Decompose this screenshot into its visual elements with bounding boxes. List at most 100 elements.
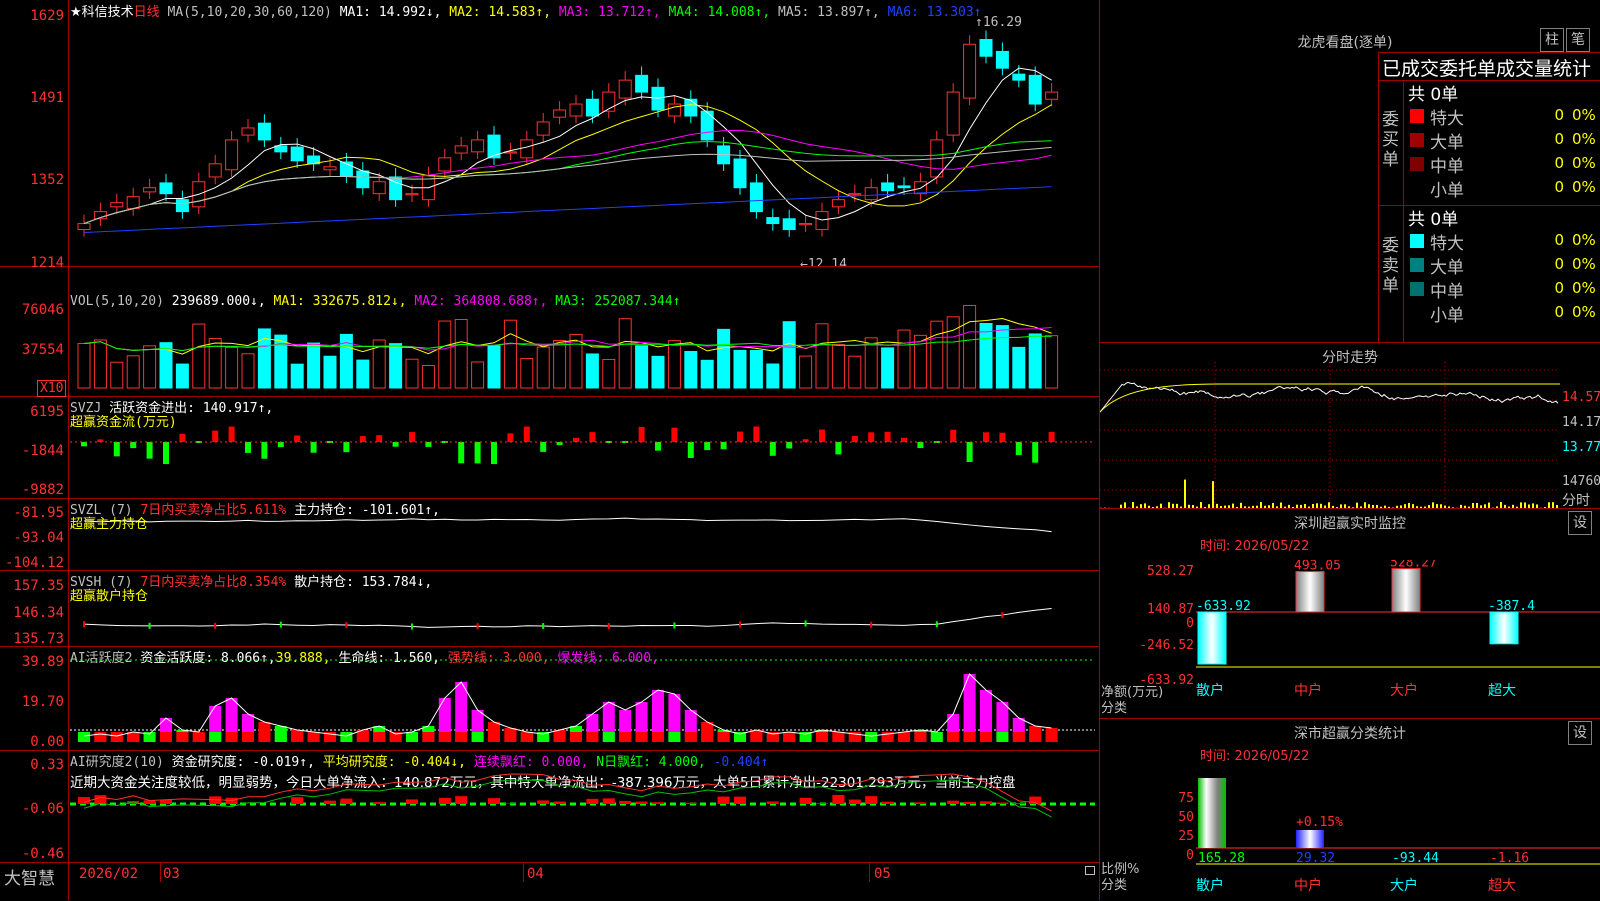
active-base xyxy=(816,732,828,742)
candle-body xyxy=(800,224,812,225)
active-base xyxy=(865,732,877,742)
volume-bar xyxy=(964,305,976,388)
candle-body xyxy=(980,40,992,57)
lhb-title: 龙虎看盘(逐单) xyxy=(1270,32,1420,52)
flow-bar xyxy=(458,442,464,463)
active-base xyxy=(750,732,762,742)
svsh-tick xyxy=(214,623,216,629)
svzj-chart[interactable] xyxy=(0,396,1100,498)
flow-bar xyxy=(786,442,792,448)
active-base xyxy=(258,732,270,742)
research-bar xyxy=(619,801,631,804)
svsh-tick xyxy=(542,623,544,629)
research-bar xyxy=(816,803,828,804)
research-bar xyxy=(1013,803,1025,804)
bar-mode-button[interactable]: 柱 xyxy=(1540,28,1564,52)
flow-bar xyxy=(655,442,661,451)
x-label-4: 05 xyxy=(874,866,891,882)
flow-bar xyxy=(130,442,136,448)
intraday-chart[interactable] xyxy=(1100,362,1560,508)
active-base xyxy=(242,732,254,742)
research-bar xyxy=(767,801,779,804)
active-base xyxy=(554,732,566,742)
class-value-label: 165.28 xyxy=(1198,851,1245,866)
research-bar xyxy=(586,799,598,804)
ai-research-chart[interactable] xyxy=(0,750,1100,862)
lock-icon[interactable] xyxy=(1085,866,1095,875)
buy-swatch-0 xyxy=(1410,109,1424,123)
monitor-value-label: -387.4 xyxy=(1488,599,1535,614)
buy-row-pct: 0% xyxy=(1572,154,1596,172)
sell-row-count: 0 xyxy=(1534,231,1564,249)
research-bar xyxy=(685,803,697,804)
volume-bar xyxy=(488,346,500,388)
volume-bar xyxy=(193,324,205,388)
class-value-label: 29.32 xyxy=(1296,851,1335,866)
buy-swatch-2 xyxy=(1410,157,1424,171)
x-tick-3 xyxy=(869,862,870,882)
flow-bar xyxy=(704,442,710,450)
volume-bar xyxy=(718,329,730,388)
flow-bar xyxy=(261,442,267,459)
sell-row-count: 0 xyxy=(1534,303,1564,321)
sell-row-pct: 0% xyxy=(1572,303,1596,321)
tick-mode-button[interactable]: 笔 xyxy=(1566,28,1590,52)
buy-row-pct: 0% xyxy=(1572,106,1596,124)
volume-bar xyxy=(767,364,779,388)
candle-body xyxy=(996,51,1008,68)
research-bar xyxy=(652,802,664,804)
research-bar xyxy=(980,801,992,804)
sell-row-name: 中单 xyxy=(1430,277,1464,302)
flow-bar xyxy=(360,436,366,442)
monitor-settings-button[interactable]: 设 xyxy=(1568,511,1592,535)
sell-row-2: 中单00% xyxy=(1406,277,1600,301)
active-base xyxy=(603,732,615,742)
research-bar xyxy=(849,800,861,804)
active-base xyxy=(1046,732,1058,742)
svzl-chart[interactable] xyxy=(0,498,1100,570)
active-base xyxy=(422,732,434,742)
monitor-value-label: 528.27 xyxy=(1390,560,1437,571)
sell-row-name: 大单 xyxy=(1430,253,1464,278)
candle-body xyxy=(1046,92,1058,99)
svsh-chart[interactable] xyxy=(0,570,1100,646)
svsh-tick xyxy=(936,621,938,627)
active-base xyxy=(947,732,959,742)
candle-body xyxy=(652,87,664,110)
sell-row-3: 小单00% xyxy=(1406,301,1600,325)
research-bar xyxy=(636,802,648,804)
candle-body xyxy=(537,122,549,135)
flow-bar xyxy=(147,442,153,459)
flow-bar xyxy=(737,432,743,442)
sell-swatch-3 xyxy=(1410,306,1424,320)
class-bar-散户 xyxy=(1198,778,1226,848)
volume-bar xyxy=(701,360,713,388)
ai-active-chart[interactable] xyxy=(0,646,1100,750)
flow-bar xyxy=(1016,442,1022,455)
volume-bar xyxy=(636,346,648,388)
buy-row-name: 中单 xyxy=(1430,152,1464,177)
research-bar xyxy=(537,800,549,804)
vol-chart[interactable] xyxy=(0,266,1100,396)
svzl-line xyxy=(84,518,1052,532)
candle-body xyxy=(898,186,910,188)
candle-body xyxy=(258,123,270,140)
flow-bar xyxy=(278,442,284,447)
intraday-axis-1: 14.57 xyxy=(1562,390,1600,405)
active-base xyxy=(570,732,582,742)
monitor-chart[interactable]: -633.92散户493.05中户528.27大户-387.4超大 xyxy=(1196,560,1600,700)
class-settings-button[interactable]: 设 xyxy=(1568,721,1592,745)
research-bar xyxy=(406,799,418,804)
sell-swatch-0 xyxy=(1410,234,1424,248)
active-base xyxy=(652,732,664,742)
sell-row-pct: 0% xyxy=(1572,231,1596,249)
research-bar xyxy=(914,802,926,804)
kline-chart[interactable]: ↑16.29←12.14 xyxy=(0,0,1100,266)
active-base xyxy=(406,732,418,742)
volume-bar xyxy=(504,320,516,388)
svsh-tick xyxy=(1001,612,1003,618)
class-chart[interactable]: +0.15%165.28散户29.32中户-93.44大户-1.16超大 xyxy=(1196,770,1600,900)
flow-bar xyxy=(229,427,235,442)
candle-body xyxy=(357,171,369,188)
svsh-tick xyxy=(805,620,807,626)
